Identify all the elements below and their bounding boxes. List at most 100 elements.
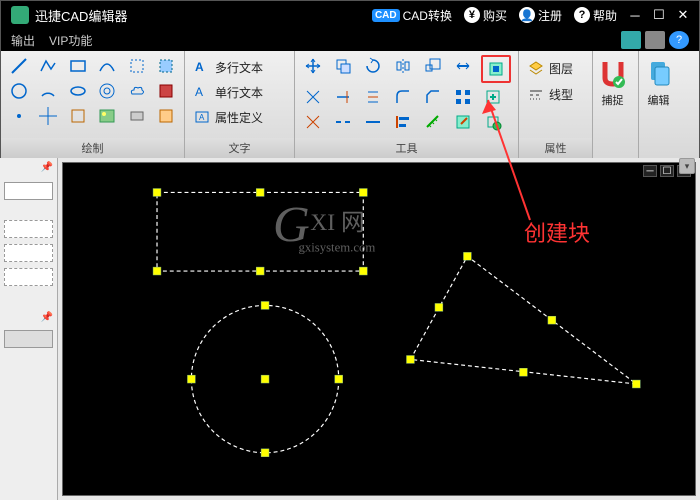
group-snap: 捕捉 xyxy=(593,51,639,158)
drawing-canvas[interactable]: ─ ☐ ✕ G XI 网 gxisystem.com xyxy=(62,162,696,496)
ltype-icon xyxy=(527,85,545,103)
image-tool[interactable] xyxy=(96,105,120,127)
swatch-dash-2[interactable] xyxy=(4,244,53,262)
menu-vip[interactable]: VIP功能 xyxy=(49,32,92,49)
user-icon: 👤 xyxy=(519,7,535,23)
shape-triangle[interactable] xyxy=(410,256,636,384)
select-tool[interactable] xyxy=(125,55,149,77)
workspace: 📌 📌 ─ ☐ ✕ G xyxy=(0,158,700,500)
stext-icon: A xyxy=(193,83,211,101)
offset-tool[interactable] xyxy=(361,86,385,108)
ray-tool[interactable] xyxy=(66,105,90,127)
swatch-dash-3[interactable] xyxy=(4,268,53,286)
rotate-tool[interactable] xyxy=(361,55,385,77)
svg-text:A: A xyxy=(199,113,205,122)
curve-tool[interactable] xyxy=(96,55,120,77)
svg-text:A: A xyxy=(195,60,204,74)
ltype-button[interactable]: 线型 xyxy=(525,84,586,104)
area-tool[interactable] xyxy=(155,55,179,77)
yen-icon: ¥ xyxy=(464,7,480,23)
extend-tool[interactable] xyxy=(331,86,355,108)
maximize-button[interactable]: ☐ xyxy=(647,5,671,25)
xline-tool[interactable] xyxy=(37,105,61,127)
ribbon: 绘制 A多行文本 A单行文本 A属性定义 文字 xyxy=(1,51,699,159)
block-tool[interactable] xyxy=(155,105,179,127)
help-button[interactable]: ? 帮助 xyxy=(568,5,623,26)
panel-pin-icon[interactable]: 📌 xyxy=(0,162,57,178)
help-round-icon[interactable]: ? xyxy=(669,31,689,49)
group-draw-label: 绘制 xyxy=(1,138,184,158)
attrdef-icon: A xyxy=(193,108,211,126)
cad-convert-button[interactable]: CAD CAD转换 xyxy=(366,5,458,26)
stretch-tool[interactable] xyxy=(451,55,475,77)
arc-tool[interactable] xyxy=(37,80,61,102)
insert-block-tool[interactable] xyxy=(481,86,505,108)
circle-tool[interactable] xyxy=(7,80,31,102)
snap-button[interactable]: 捕捉 xyxy=(595,53,630,111)
cloud-tool[interactable] xyxy=(125,80,149,102)
group-props: 图层 线型 属性 xyxy=(519,51,593,158)
canvas-min[interactable]: ─ xyxy=(643,165,657,177)
side-panel: 📌 📌 xyxy=(0,158,58,500)
panel-pin2-icon[interactable]: 📌 xyxy=(0,312,57,326)
join-tool[interactable] xyxy=(361,111,385,133)
canvas-svg[interactable]: G XI 网 gxisystem.com xyxy=(63,163,695,495)
create-block-tool[interactable] xyxy=(484,58,508,80)
watermark-sub: gxisystem.com xyxy=(298,240,375,254)
help-icon: ? xyxy=(574,7,590,23)
edit-icon xyxy=(644,56,674,90)
create-block-highlight xyxy=(481,55,511,83)
break-tool[interactable] xyxy=(331,111,355,133)
menu-export[interactable]: 输出 xyxy=(11,32,35,49)
ellipse-tool[interactable] xyxy=(66,80,90,102)
minimize-button[interactable]: ─ xyxy=(623,5,647,25)
swatch-solid[interactable] xyxy=(4,182,53,200)
mirror-tool[interactable] xyxy=(391,55,415,77)
attrdef-button[interactable]: A属性定义 xyxy=(191,107,288,127)
line-tool[interactable] xyxy=(7,55,31,77)
app-icon xyxy=(11,6,29,24)
swatch-bottom[interactable] xyxy=(4,330,53,348)
array-tool[interactable] xyxy=(451,86,475,108)
mtext-button[interactable]: A多行文本 xyxy=(191,57,288,77)
group-text: A多行文本 A单行文本 A属性定义 文字 xyxy=(185,51,295,158)
window-controls: ─ ☐ ✕ xyxy=(623,5,695,25)
hatch-tool[interactable] xyxy=(155,80,179,102)
title-bar: 迅捷CAD编辑器 CAD CAD转换 ¥ 购买 👤 注册 ? 帮助 ─ ☐ ✕ xyxy=(1,1,699,29)
cad-icon: CAD xyxy=(372,9,400,22)
edit-button[interactable]: 编辑 xyxy=(641,53,676,111)
explode-tool[interactable] xyxy=(301,111,325,133)
swatch-dash-1[interactable] xyxy=(4,220,53,238)
svg-text:A: A xyxy=(195,85,203,99)
close-button[interactable]: ✕ xyxy=(671,5,695,25)
region-tool[interactable] xyxy=(125,105,149,127)
layer-button[interactable]: 图层 xyxy=(525,58,586,78)
donut-tool[interactable] xyxy=(96,80,120,102)
menu-bar: 输出 VIP功能 ? xyxy=(1,29,699,51)
align-tool[interactable] xyxy=(391,111,415,133)
copy-tool[interactable] xyxy=(331,55,355,77)
app-name: 迅捷CAD编辑器 xyxy=(35,6,127,25)
measure-tool[interactable] xyxy=(421,111,445,133)
scale-tool[interactable] xyxy=(421,55,445,77)
polyline-tool[interactable] xyxy=(37,55,61,77)
ribbon-expand-icon[interactable]: ▾ xyxy=(679,158,695,174)
tool-icon-2[interactable] xyxy=(645,31,665,49)
stext-button[interactable]: A单行文本 xyxy=(191,82,288,102)
edit-block-tool[interactable] xyxy=(451,111,475,133)
watermark-suffix: XI 网 xyxy=(310,210,364,236)
rect-tool[interactable] xyxy=(66,55,90,77)
point-tool[interactable] xyxy=(7,105,31,127)
move-tool[interactable] xyxy=(301,55,325,77)
purge-tool[interactable] xyxy=(481,111,505,133)
chamfer-tool[interactable] xyxy=(421,86,445,108)
fillet-tool[interactable] xyxy=(391,86,415,108)
canvas-max[interactable]: ☐ xyxy=(660,165,674,177)
register-button[interactable]: 👤 注册 xyxy=(513,5,568,26)
layer-icon xyxy=(527,59,545,77)
group-props-label: 属性 xyxy=(519,138,592,158)
trim-tool[interactable] xyxy=(301,86,325,108)
tool-icon-1[interactable] xyxy=(621,31,641,49)
group-tools: 工具 xyxy=(295,51,519,158)
buy-button[interactable]: ¥ 购买 xyxy=(458,5,513,26)
